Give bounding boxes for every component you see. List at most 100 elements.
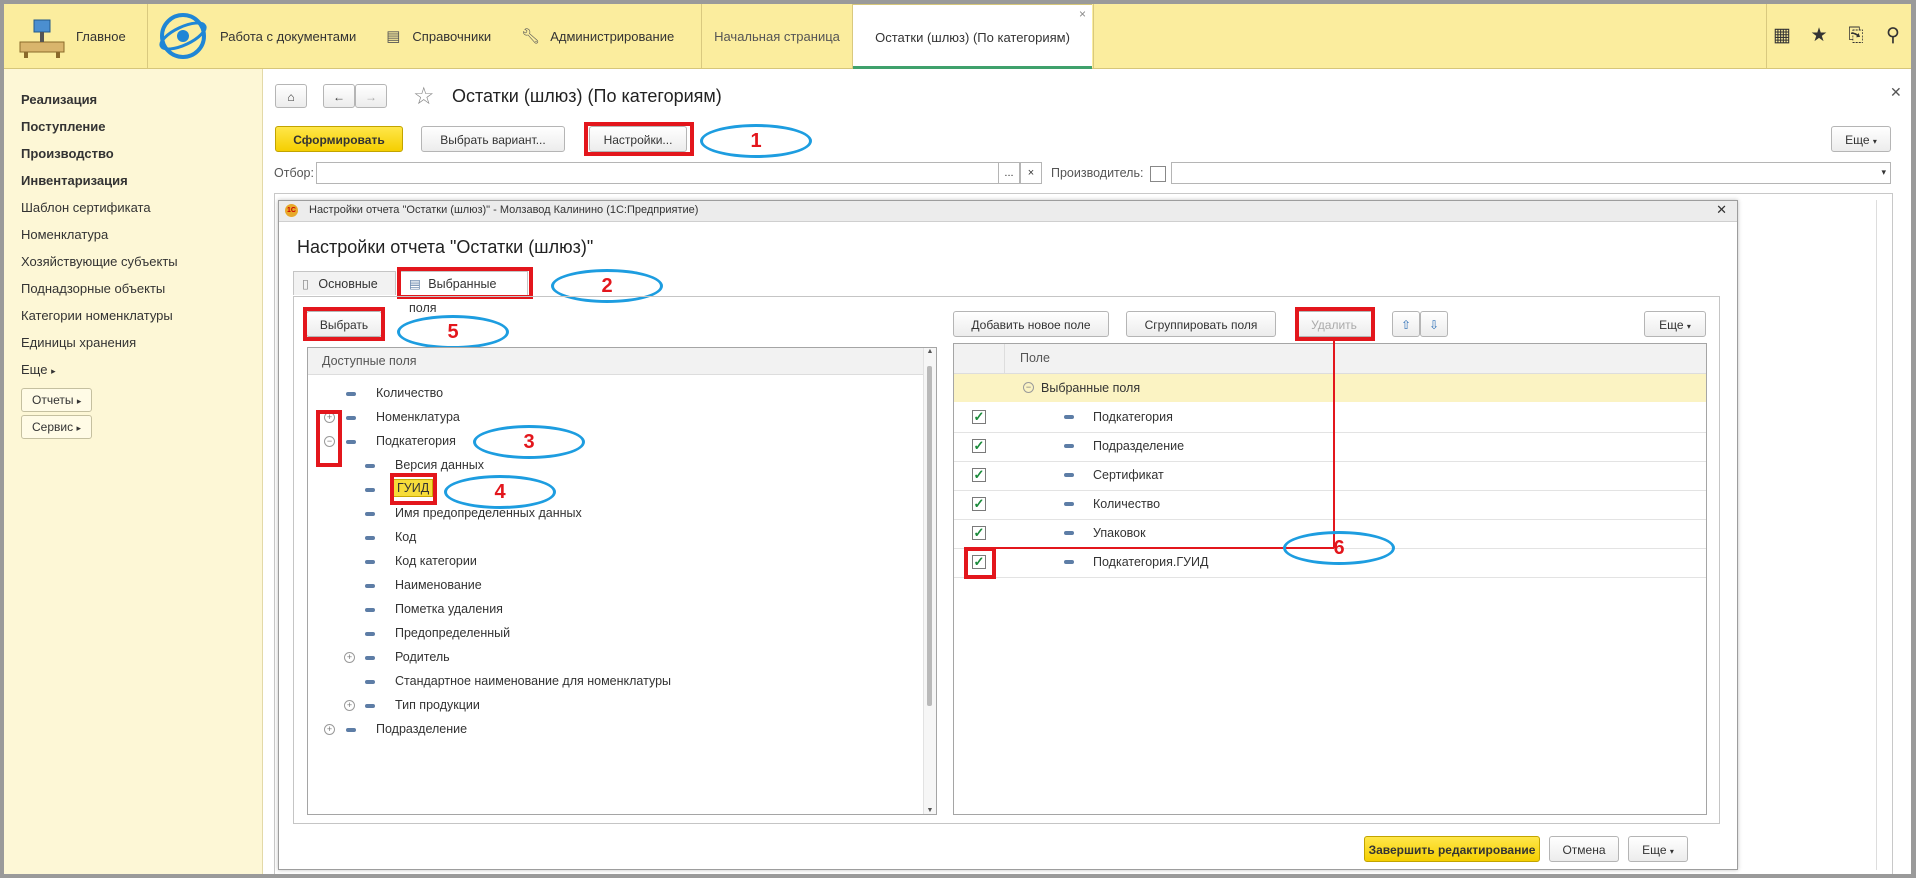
tree-item-label: Наименование (395, 578, 482, 592)
sidebar-item-categories[interactable]: Категории номенклатуры (21, 308, 173, 323)
sidebar-item-storage-units[interactable]: Единицы хранения (21, 335, 136, 350)
scroll-down-icon[interactable]: ▼ (924, 807, 936, 814)
table-row-group[interactable]: − Выбранные поля (954, 374, 1706, 402)
available-fields-tree[interactable]: Доступные поля ▲ ▼ Количество + Номенкла… (307, 347, 937, 815)
annotation-box-6a (1295, 307, 1375, 341)
table-row[interactable]: ✓ Сертификат (954, 461, 1706, 491)
home-section[interactable]: Главное (4, 4, 147, 68)
home-icon: ⌂ (287, 90, 295, 104)
report-scrollbar[interactable] (1876, 200, 1891, 870)
tree-row[interactable]: Пометка удаления (308, 598, 908, 622)
tree-row[interactable]: Имя предопределенных данных (308, 502, 908, 526)
service-label: Сервис (32, 420, 74, 434)
filter-select-button[interactable]: ... (998, 162, 1020, 184)
table-row[interactable]: ✓ Подразделение (954, 432, 1706, 462)
expand-plus-icon[interactable]: + (324, 724, 335, 735)
caret-right-icon: ▸ (76, 423, 81, 433)
fields-more-button[interactable]: Еще ▾ (1644, 311, 1706, 337)
top-bar: Главное Работа с документами ▤ Справочни… (4, 4, 1911, 69)
tab-report[interactable]: Остатки (шлюз) (По категориям) × (853, 4, 1092, 69)
filter-input[interactable] (316, 162, 1042, 184)
finish-editing-button[interactable]: Завершить редактирование (1364, 836, 1540, 862)
scroll-thumb[interactable] (927, 366, 932, 706)
sidebar-item-entities[interactable]: Хозяйствующие субъекты (21, 254, 178, 269)
tree-row[interactable]: Наименование (308, 574, 908, 598)
back-button[interactable]: ← (323, 84, 355, 108)
dialog-close-icon[interactable]: ✕ (1716, 202, 1727, 218)
tree-row[interactable]: Предопределенный (308, 622, 908, 646)
favorites-star-icon[interactable]: ★ (1807, 24, 1831, 48)
cancel-button[interactable]: Отмена (1549, 836, 1619, 862)
search-icon[interactable]: ⚲ (1881, 24, 1905, 48)
tree-row[interactable]: Стандартное наименование для номенклатур… (308, 670, 908, 694)
tree-item-label: Код категории (395, 554, 477, 568)
close-report-icon[interactable]: ✕ (1890, 84, 1902, 101)
sidebar-item-supervised[interactable]: Поднадзорные объекты (21, 281, 165, 296)
field-checkbox[interactable]: ✓ (972, 468, 986, 482)
tree-row[interactable]: + Тип продукции (308, 694, 908, 718)
table-row[interactable]: ✓ Количество (954, 490, 1706, 520)
table-row[interactable]: ✓ Подкатегория (954, 403, 1706, 433)
producer-select[interactable]: ▾ (1171, 162, 1891, 184)
field-dash-icon (1064, 502, 1074, 506)
sidebar-item-receipts[interactable]: Поступление (21, 119, 106, 134)
group-fields-button[interactable]: Сгруппировать поля (1126, 311, 1276, 337)
scroll-up-icon[interactable]: ▲ (924, 348, 936, 355)
move-down-button[interactable]: ⇩ (1420, 311, 1448, 337)
nav-directories[interactable]: Справочники (412, 29, 491, 44)
tree-row[interactable]: Количество (308, 382, 908, 406)
choose-variant-button[interactable]: Выбрать вариант... (421, 126, 565, 152)
add-field-button[interactable]: Добавить новое поле (953, 311, 1109, 337)
tree-item-label: Родитель (395, 650, 450, 664)
tree-row[interactable]: Код (308, 526, 908, 550)
producer-label: Производитель: (1051, 166, 1144, 180)
field-label: Подразделение (1093, 439, 1185, 453)
annotation-box-2 (397, 267, 533, 299)
field-dash-icon (1064, 531, 1074, 535)
tab-basic[interactable]: ▯ Основные (293, 271, 396, 295)
field-dash-icon (346, 392, 356, 396)
tree-row[interactable]: + Подразделение (308, 718, 908, 742)
generate-button[interactable]: Сформировать (275, 126, 403, 152)
home-button[interactable]: ⌂ (275, 84, 307, 108)
nav-documents[interactable]: Работа с документами (220, 29, 356, 44)
nav-administration[interactable]: Администрирование (550, 29, 674, 44)
tree-row[interactable]: + Номенклатура (308, 406, 908, 430)
apps-grid-icon[interactable]: ▦ (1770, 24, 1794, 48)
collapse-minus-icon[interactable]: − (1023, 382, 1034, 393)
field-checkbox[interactable]: ✓ (972, 439, 986, 453)
tree-item-label: Версия данных (395, 458, 485, 472)
filter-label: Отбор: (274, 166, 314, 180)
tree-row[interactable]: + Родитель (308, 646, 908, 670)
sidebar-item-nomenclature[interactable]: Номенклатура (21, 227, 108, 242)
tab-close-icon[interactable]: × (1079, 7, 1086, 21)
expand-plus-icon[interactable]: + (344, 700, 355, 711)
footer-more-button[interactable]: Еще ▾ (1628, 836, 1688, 862)
field-checkbox[interactable]: ✓ (972, 497, 986, 511)
sidebar-item-production[interactable]: Производство (21, 146, 114, 161)
field-checkbox[interactable]: ✓ (972, 410, 986, 424)
move-up-button[interactable]: ⇧ (1392, 311, 1420, 337)
favorite-star-icon[interactable]: ☆ (413, 82, 435, 111)
sidebar-item-sales[interactable]: Реализация (21, 92, 97, 107)
sidebar-item-certificate-template[interactable]: Шаблон сертификата (21, 200, 151, 215)
filter-clear-button[interactable]: × (1020, 162, 1042, 184)
tree-row[interactable]: Код категории (308, 550, 908, 574)
tree-scrollbar[interactable]: ▲ ▼ (923, 348, 936, 814)
tree-item-label: Подкатегория (376, 434, 456, 448)
field-label: Подкатегория (1093, 410, 1173, 424)
more-button[interactable]: Еще ▾ (1831, 126, 1891, 152)
sidebar-item-more[interactable]: Еще ▸ (21, 362, 56, 377)
sidebar-item-inventory[interactable]: Инвентаризация (21, 173, 128, 188)
tree-row[interactable]: − Подкатегория (308, 430, 908, 454)
forward-button[interactable]: → (355, 84, 387, 108)
history-icon[interactable]: ⎘ (1844, 24, 1868, 48)
expand-plus-icon[interactable]: + (344, 652, 355, 663)
column-header-label: Доступные поля (322, 354, 417, 368)
selected-fields-table[interactable]: Поле − Выбранные поля ✓ Подкатегория ✓ П… (953, 343, 1707, 815)
service-button[interactable]: Сервис ▸ (21, 415, 92, 439)
reports-button[interactable]: Отчеты ▸ (21, 388, 93, 412)
tab-home-page[interactable]: Начальная страница (702, 4, 852, 68)
producer-checkbox[interactable] (1150, 166, 1166, 182)
field-checkbox[interactable]: ✓ (972, 526, 986, 540)
